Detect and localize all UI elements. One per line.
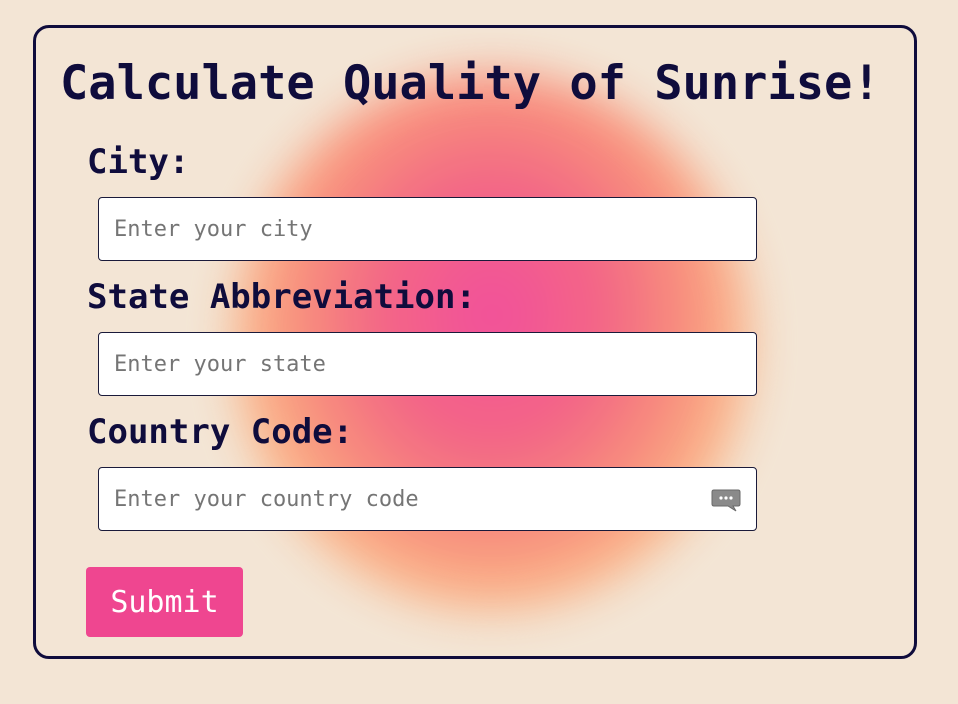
city-label: City: [87, 142, 190, 182]
page-title: Calculate Quality of Sunrise! [60, 56, 881, 111]
chat-bubble-icon[interactable] [711, 489, 741, 513]
country-code-input[interactable] [98, 467, 757, 531]
state-input[interactable] [98, 332, 757, 396]
country-code-label: Country Code: [87, 412, 354, 452]
submit-button[interactable]: Submit [86, 567, 243, 637]
state-label: State Abbreviation: [87, 277, 476, 317]
page: Calculate Quality of Sunrise! City: Stat… [0, 0, 958, 704]
city-input[interactable] [98, 197, 757, 261]
